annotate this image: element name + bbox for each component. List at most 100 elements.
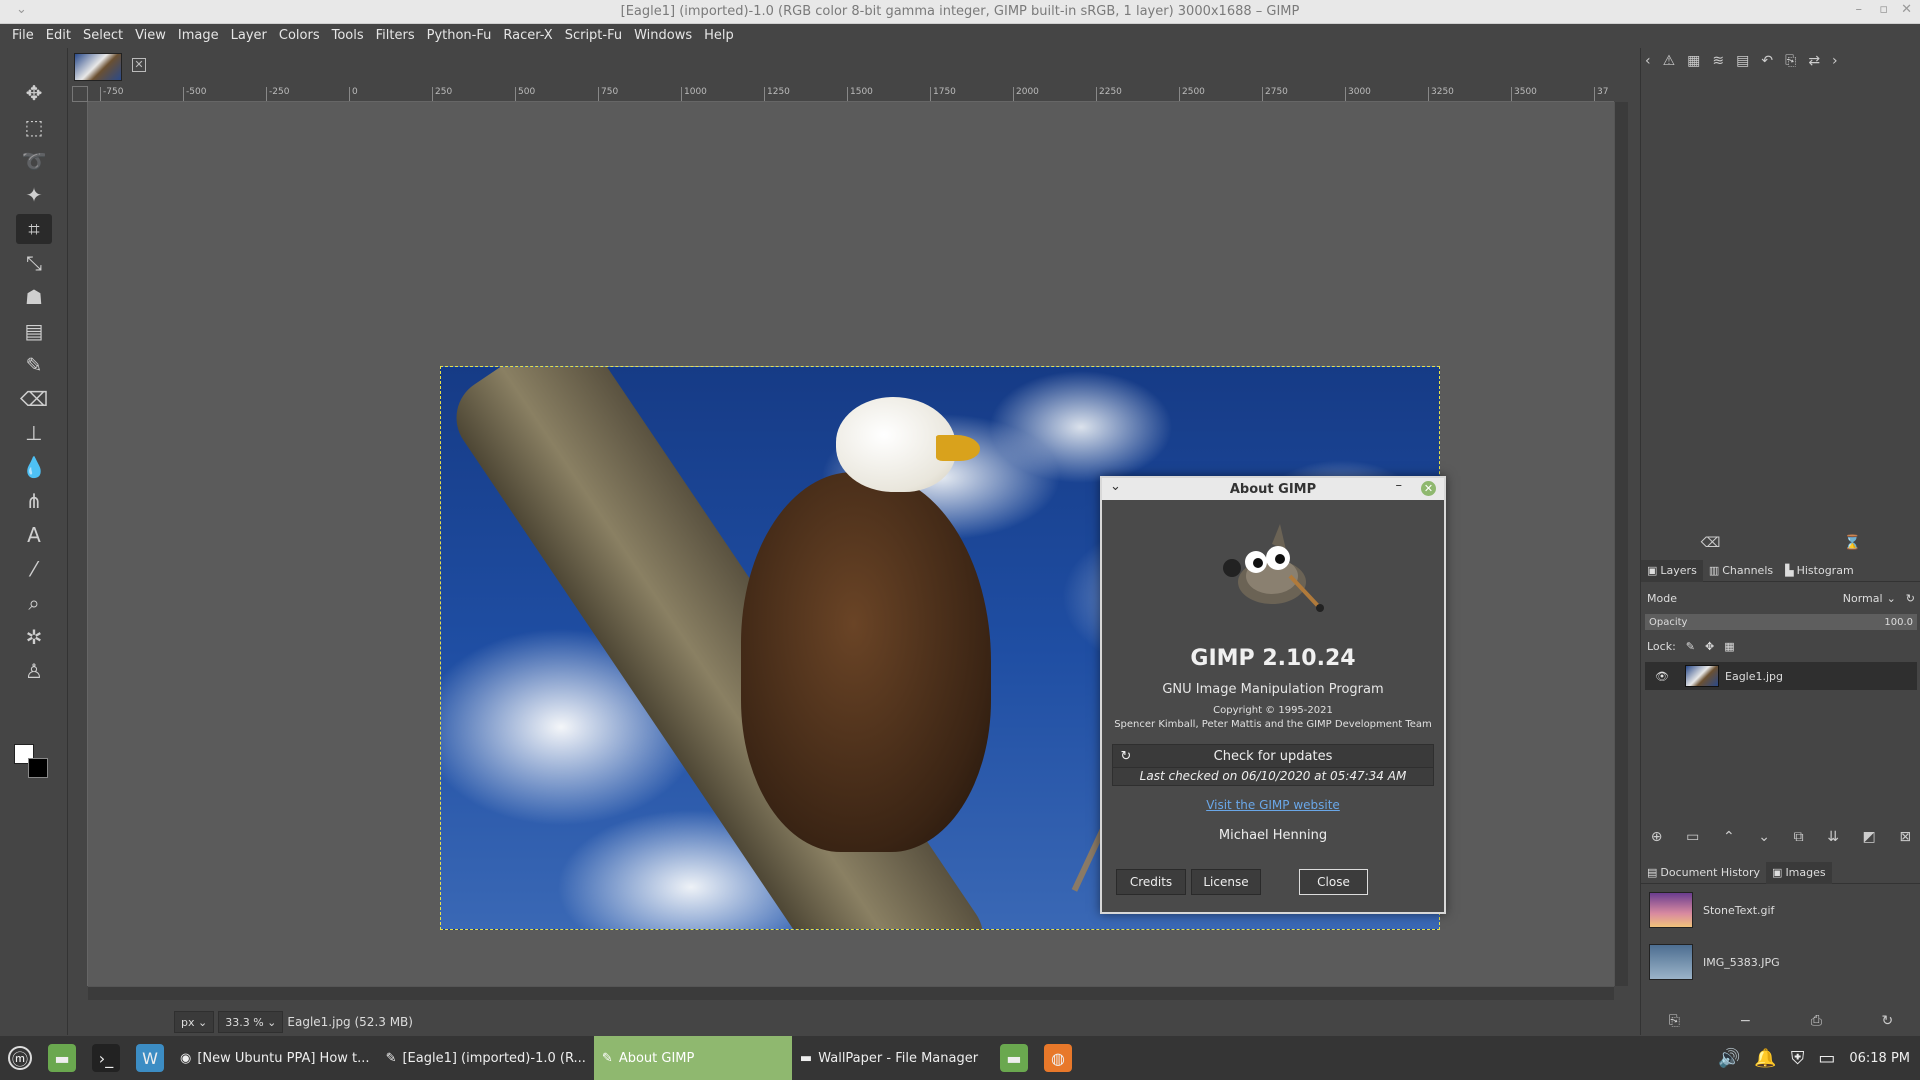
lock-pixels-icon[interactable]: ✎	[1686, 640, 1695, 653]
duplicate-layer-icon[interactable]: ⧉	[1794, 829, 1804, 845]
warp-tool-icon[interactable]: ☗	[16, 282, 52, 312]
horizontal-ruler[interactable]: -750 -500 -250 0 250 500 750 1000 1250 1500 1750 20…	[88, 86, 1614, 102]
menu-layer[interactable]: Layer	[225, 24, 273, 48]
merge-layer-icon[interactable]: ⇊	[1827, 829, 1839, 845]
visibility-eye-icon[interactable]: 👁	[1655, 670, 1669, 683]
start-menu-button[interactable]: ⓜ	[0, 1036, 40, 1080]
paths-tool-icon[interactable]: ⋔	[16, 486, 52, 516]
clock[interactable]: 06:18 PM	[1849, 1051, 1910, 1066]
mode-select[interactable]: Normal	[1843, 592, 1883, 605]
background-color-swatch[interactable]	[28, 758, 48, 778]
volume-icon[interactable]: 🔊	[1718, 1048, 1740, 1069]
move-tool-icon[interactable]: ✥	[16, 78, 52, 108]
vertical-ruler[interactable]	[72, 102, 88, 986]
hourglass-icon[interactable]: ⌛	[1844, 535, 1861, 551]
taskbar-item[interactable]: ▬ WallPaper - File Manager	[792, 1036, 992, 1080]
close-window-icon[interactable]: ✕	[1901, 2, 1912, 17]
lasso-tool-icon[interactable]: ➰	[16, 146, 52, 176]
website-link[interactable]: Visit the GIMP website	[1102, 798, 1444, 812]
menu-view[interactable]: View	[129, 24, 172, 48]
maximize-icon[interactable]: ▫	[1879, 2, 1888, 17]
check-updates-button[interactable]: ↻ Check for updates	[1112, 744, 1434, 768]
new-group-icon[interactable]: ▭	[1686, 829, 1699, 845]
chevron-right-icon[interactable]: ›	[1832, 53, 1838, 69]
remove-image-icon[interactable]: −	[1740, 1013, 1752, 1029]
menu-image[interactable]: Image	[172, 24, 225, 48]
new-layer-icon[interactable]: ⊕	[1651, 829, 1663, 845]
dialog-minimize-icon[interactable]: –	[1396, 478, 1403, 493]
menu-filters[interactable]: Filters	[370, 24, 421, 48]
firefox-launcher[interactable]: ◍	[1036, 1036, 1080, 1080]
lower-layer-icon[interactable]: ⌄	[1758, 829, 1770, 845]
shield-icon[interactable]: ⛨	[1791, 1048, 1805, 1069]
tab-images[interactable]: ▣ Images	[1766, 861, 1832, 884]
layer-row[interactable]: 👁 Eagle1.jpg	[1645, 662, 1917, 690]
taskbar-item-active[interactable]: ✎ About GIMP	[593, 1036, 792, 1080]
cage-tool-icon[interactable]: ♙	[16, 656, 52, 686]
eraser-tool-icon[interactable]: ⌫	[16, 384, 52, 414]
tab-histogram[interactable]: ▙ Histogram	[1779, 560, 1860, 582]
undo-history-icon[interactable]: ↶	[1761, 53, 1773, 69]
zoom-tool-icon[interactable]: ⌕	[16, 588, 52, 618]
close-image-tab-icon[interactable]: ✕	[132, 58, 146, 72]
tab-document-history[interactable]: ▤ Document History	[1641, 862, 1766, 884]
pattern-icon[interactable]: ▦	[1687, 53, 1700, 69]
clear-icon[interactable]: ⌫	[1701, 535, 1721, 551]
battery-icon[interactable]: ▭	[1818, 1048, 1835, 1069]
menu-python-fu[interactable]: Python-Fu	[421, 24, 498, 48]
menu-select[interactable]: Select	[77, 24, 129, 48]
dialog-close-icon[interactable]: ✕	[1421, 481, 1436, 496]
horizontal-scrollbar[interactable]	[88, 986, 1614, 1000]
lock-position-icon[interactable]: ✥	[1705, 640, 1714, 653]
taskbar-item[interactable]: ✎ [Eagle1] (imported)-1.0 (R...	[378, 1036, 594, 1080]
color-picker-tool-icon[interactable]: ⁄	[16, 554, 52, 584]
text-editor-button[interactable]: W	[128, 1036, 172, 1080]
files-launcher[interactable]: ▬	[992, 1036, 1036, 1080]
vertical-scrollbar[interactable]	[1614, 102, 1628, 986]
unit-select[interactable]: px ⌄	[174, 1011, 215, 1033]
chevron-left-icon[interactable]: ‹	[1645, 53, 1651, 69]
gradient-tool-icon[interactable]: ▤	[16, 316, 52, 346]
show-desktop-button[interactable]: ▬	[40, 1036, 84, 1080]
notifications-icon[interactable]: 🔔	[1754, 1048, 1776, 1069]
text-tool-icon[interactable]: A	[16, 520, 52, 550]
image-list-item[interactable]: StoneText.gif	[1649, 888, 1899, 932]
mask-icon[interactable]: ◩	[1863, 829, 1876, 845]
menu-tools[interactable]: Tools	[326, 24, 370, 48]
credits-button[interactable]: Credits	[1116, 869, 1186, 895]
menu-windows[interactable]: Windows	[628, 24, 698, 48]
opacity-slider[interactable]: Opacity 100.0	[1645, 614, 1917, 630]
smudge-tool-icon[interactable]: 💧	[16, 452, 52, 482]
license-button[interactable]: License	[1191, 869, 1261, 895]
gradient-icon[interactable]: ▤	[1736, 53, 1749, 69]
menu-help[interactable]: Help	[698, 24, 740, 48]
paste-icon[interactable]: ⎘	[1785, 53, 1796, 69]
clone-tool-icon[interactable]: ⊥	[16, 418, 52, 448]
raise-layer-icon[interactable]: ⌃	[1723, 829, 1735, 845]
menu-colors[interactable]: Colors	[273, 24, 326, 48]
menu-script-fu[interactable]: Script-Fu	[559, 24, 628, 48]
rect-select-tool-icon[interactable]: ⬚	[16, 112, 52, 142]
lock-alpha-icon[interactable]: ▦	[1724, 640, 1734, 653]
crop-tool-icon[interactable]: ⌗	[16, 214, 52, 244]
dialog-menu-icon[interactable]: ⌄	[1110, 479, 1121, 494]
ruler-corner[interactable]	[72, 86, 88, 102]
taskbar-item[interactable]: ◉ [New Ubuntu PPA] How t...	[172, 1036, 378, 1080]
sync-icon[interactable]: ⇄	[1808, 53, 1820, 69]
warning-icon[interactable]: ⚠	[1663, 53, 1676, 69]
refresh-icon[interactable]: ↻	[1882, 1013, 1894, 1029]
chevron-down-icon[interactable]: ⌄	[1887, 592, 1896, 605]
reset-mode-icon[interactable]: ↻	[1906, 592, 1915, 605]
brush-icon[interactable]: ≋	[1712, 53, 1724, 69]
paintbrush-tool-icon[interactable]: ✎	[16, 350, 52, 380]
print-icon[interactable]: ⎙	[1811, 1013, 1822, 1029]
image-list-item[interactable]: IMG_5383.JPG	[1649, 940, 1899, 984]
tab-channels[interactable]: ▥ Channels	[1703, 560, 1779, 582]
fuzzy-select-tool-icon[interactable]: ✦	[16, 180, 52, 210]
close-button[interactable]: Close	[1299, 869, 1368, 895]
open-image-icon[interactable]: ⎘	[1669, 1013, 1680, 1029]
transform-tool-icon[interactable]: ⤡	[16, 248, 52, 278]
zoom-select[interactable]: 33.3 % ⌄	[218, 1011, 284, 1033]
menu-edit[interactable]: Edit	[40, 24, 77, 48]
measure-tool-icon[interactable]: ✲	[16, 622, 52, 652]
